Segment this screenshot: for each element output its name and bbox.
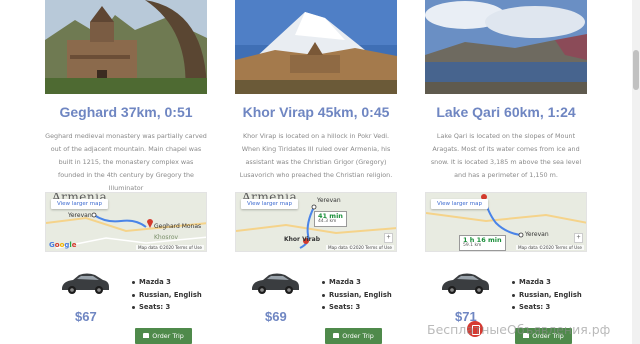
car-languages: Russian, English	[321, 289, 392, 302]
map-origin-label: Yerevan	[68, 212, 92, 219]
order-trip-label: Order Trip	[152, 332, 184, 340]
car-languages: Russian, English	[131, 289, 202, 302]
map-zoom-control[interactable]: +	[384, 233, 393, 243]
tour-photo-geghard	[45, 0, 207, 94]
scrollbar-thumb[interactable]	[633, 50, 639, 90]
tour-title: Khor Virap 45km, 0:45	[242, 104, 390, 120]
tour-price: $69	[265, 309, 287, 324]
car-seats: Seats: 3	[321, 301, 392, 314]
route-map[interactable]: Armenia View larger map Yerevan 41 min 4…	[235, 192, 397, 252]
map-attribution: Map data ©2020 Terms of Use	[136, 245, 204, 250]
car-icon	[333, 332, 340, 338]
tour-description: Geghard medieval monastery was partially…	[45, 132, 207, 192]
order-trip-label: Order Trip	[342, 332, 374, 340]
tour-description: Khor Virap is located on a hillock in Po…	[239, 132, 393, 179]
map-attribution: Map data ©2020 Terms of Use	[516, 245, 584, 250]
car-specs: Mazda 3 Russian, English Seats: 3	[511, 276, 582, 314]
tour-photo-khor-virap	[235, 0, 397, 94]
tour-title: Lake Qari 60km, 1:24	[436, 104, 576, 120]
tour-photo-lake-qari	[425, 0, 587, 94]
car-icon	[143, 332, 150, 338]
route-info-box: 1 h 16 min 59.1 km	[459, 235, 506, 251]
view-larger-map-link[interactable]: View larger map	[241, 199, 298, 209]
route-info-box: 41 min 44.3 km	[314, 211, 347, 227]
map-destination-label: Geghard Monas	[154, 223, 202, 230]
map-destination-label: Khor Virab	[284, 236, 320, 243]
map-origin-label: Yerevan	[525, 231, 549, 238]
sedan-photo	[442, 273, 489, 294]
tour-description: Lake Qari is located on the slopes of Mo…	[430, 132, 582, 179]
car-seats: Seats: 3	[511, 301, 582, 314]
car-seats: Seats: 3	[131, 301, 202, 314]
car-specs: Mazda 3 Russian, English Seats: 3	[321, 276, 392, 314]
watermark: БесплатныеОбъявления.рф	[427, 322, 611, 337]
map-pin-icon	[147, 219, 153, 228]
sedan-photo	[252, 273, 299, 294]
car-model: Mazda 3	[511, 276, 582, 289]
view-larger-map-link[interactable]: View larger map	[431, 199, 488, 209]
map-origin-label: Yerevan	[317, 197, 341, 204]
map-nearby-label: Khosrov	[154, 234, 179, 241]
google-logo: Google	[49, 241, 77, 249]
tour-price: $67	[75, 309, 97, 324]
order-trip-button[interactable]: Order Trip	[135, 328, 192, 344]
route-map[interactable]: Armenia View larger map Yerevan Geghard …	[45, 192, 207, 252]
car-model: Mazda 3	[321, 276, 392, 289]
page-scrollbar[interactable]	[632, 0, 640, 344]
car-model: Mazda 3	[131, 276, 202, 289]
car-languages: Russian, English	[511, 289, 582, 302]
order-trip-button[interactable]: Order Trip	[325, 328, 382, 344]
route-map[interactable]: View larger map 1 h 16 min 59.1 km Yerev…	[425, 192, 587, 252]
tour-title: Geghard 37km, 0:51	[59, 104, 193, 120]
map-attribution: Map data ©2020 Terms of Use	[326, 245, 394, 250]
map-zoom-control[interactable]: +	[574, 233, 583, 243]
view-larger-map-link[interactable]: View larger map	[51, 199, 108, 209]
car-specs: Mazda 3 Russian, English Seats: 3	[131, 276, 202, 314]
sedan-photo	[62, 273, 109, 294]
